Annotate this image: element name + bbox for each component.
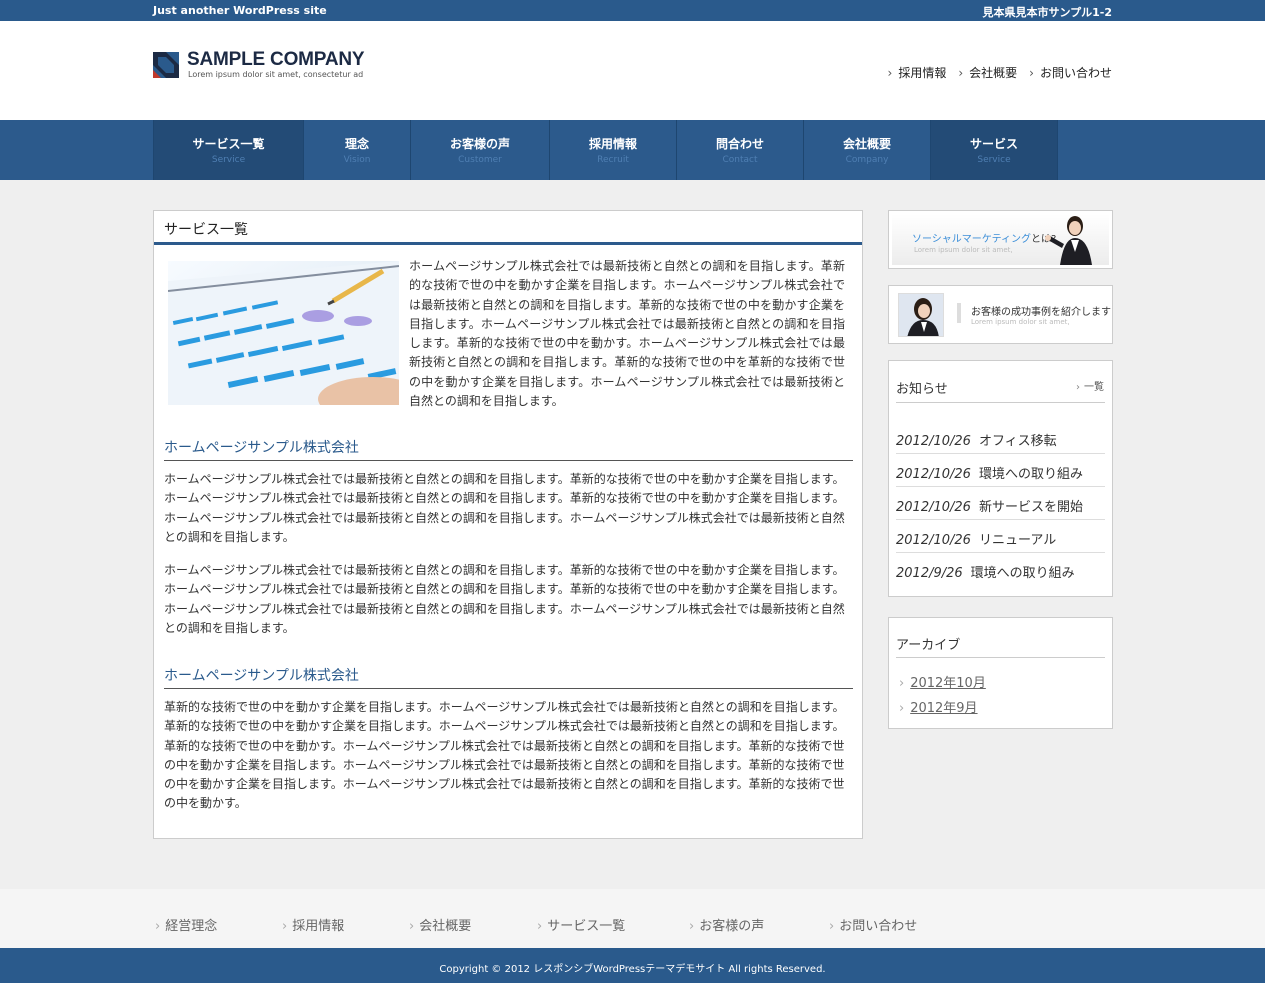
archive-link-2012-9[interactable]: 2012年9月 (899, 697, 977, 716)
page-title: サービス一覧 (164, 222, 248, 238)
nav-item-service-list[interactable]: サービス一覧 Service (154, 120, 304, 180)
news-more-link[interactable]: 一覧 (1076, 378, 1104, 393)
news-date: 2012/10/26 (896, 533, 971, 548)
news-item[interactable]: 2012/10/26 環境への取り組み (896, 454, 1105, 487)
banner-subtitle: Lorem ipsum dolor sit amet, (914, 246, 1013, 254)
news-widget: お知らせ 一覧 2012/10/26 オフィス移転 2012/10/26 環境への取… (888, 360, 1113, 597)
nav-label: 会社概要 (842, 137, 891, 151)
archive-widget: アーカイブ 2012年10月 2012年9月 (888, 617, 1113, 729)
nav-item-company[interactable]: 会社概要 Company (804, 120, 931, 180)
section-heading-1: ホームページサンプル株式会社 (164, 437, 853, 461)
nav-sublabel: Company (845, 155, 889, 165)
nav-label: 採用情報 (588, 137, 637, 151)
banner-title-highlight: ソーシャルマーケティング (912, 234, 1031, 245)
news-text: 新サービスを開始 (978, 500, 1083, 515)
footer-link-philosophy[interactable]: 経営理念 (155, 915, 217, 934)
banner-title: お客様の成功事例を紹介します (971, 307, 1111, 318)
site-header: SAMPLE COMPANY Lorem ipsum dolor sit ame… (0, 21, 1265, 120)
consultant-image (899, 294, 943, 336)
top-bar: Just another WordPress site 見本県見本市サンプル1-… (0, 0, 1265, 21)
nav-sublabel: Recruit (597, 155, 629, 165)
success-cases-banner[interactable]: お客様の成功事例を紹介します Lorem ipsum dolor sit ame… (888, 285, 1113, 344)
intro-text: ホームページサンプル株式会社では最新技術と自然との調和を目指します。革新的な技術… (409, 259, 845, 409)
news-date: 2012/10/26 (896, 500, 971, 515)
consultant-thumbnail (898, 293, 944, 337)
nav-sublabel: Service (977, 155, 1011, 165)
company-logo-icon (153, 52, 179, 78)
footer-link-service-list[interactable]: サービス一覧 (537, 915, 625, 934)
nav-label: お客様の声 (449, 137, 510, 151)
news-item[interactable]: 2012/9/26 環境への取り組み (896, 553, 1105, 586)
news-text: 環境への取り組み (970, 566, 1075, 581)
news-date: 2012/9/26 (896, 566, 963, 581)
section-1-paragraph-2: ホームページサンプル株式会社では最新技術と自然との調和を目指します。革新的な技術… (164, 563, 845, 635)
news-item[interactable]: 2012/10/26 新サービスを開始 (896, 487, 1105, 520)
news-item[interactable]: 2012/10/26 オフィス移転 (896, 421, 1105, 454)
nav-item-contact[interactable]: 問合わせ Contact (677, 120, 804, 180)
company-subtitle: Lorem ipsum dolor sit amet, consectetur … (188, 70, 364, 79)
section-2-paragraph: 革新的な技術で世の中を動かす企業を目指します。ホームページサンプル株式会社では最… (164, 700, 845, 811)
footer-link-company[interactable]: 会社概要 (409, 915, 471, 934)
social-marketing-banner[interactable]: ソーシャルマーケティングとは? Lorem ipsum dolor sit am… (888, 210, 1113, 269)
section-heading-2: ホームページサンプル株式会社 (164, 665, 853, 689)
news-text: 環境への取り組み (978, 467, 1083, 482)
footer-nav: 経営理念 採用情報 会社概要 サービス一覧 お客様の声 お問い合わせ (0, 889, 1265, 948)
nav-label: 問合わせ (715, 137, 764, 151)
nav-sublabel: Vision (343, 155, 371, 165)
footer-link-contact[interactable]: お問い合わせ (829, 915, 917, 934)
news-item[interactable]: 2012/10/26 リニューアル (896, 520, 1105, 553)
news-date: 2012/10/26 (896, 434, 971, 449)
copyright: Copyright © 2012 レスポンシブWordPressテーマデモサイト… (0, 948, 1265, 983)
news-title: お知らせ (896, 382, 948, 397)
footer-link-customer-voice[interactable]: お客様の声 (689, 915, 764, 934)
archive-link-2012-10[interactable]: 2012年10月 (899, 672, 986, 691)
nav-item-vision[interactable]: 理念 Vision (304, 120, 411, 180)
site-address: 見本県見本市サンプル1-2 (982, 6, 1112, 19)
news-text: オフィス移転 (978, 434, 1057, 449)
service-image (168, 261, 399, 405)
header-link-contact[interactable]: お問い合わせ (1029, 64, 1112, 81)
footer-link-recruit[interactable]: 採用情報 (282, 915, 344, 934)
nav-item-recruit[interactable]: 採用情報 Recruit (550, 120, 677, 180)
news-text: リニューアル (978, 533, 1057, 548)
nav-sublabel: Service (211, 155, 246, 165)
nav-sublabel: Contact (722, 155, 758, 165)
site-tagline: Just another WordPress site (153, 4, 327, 17)
nav-label: サービス一覧 (192, 137, 265, 151)
banner-title: ソーシャルマーケティングとは? (912, 230, 1056, 245)
nav-sublabel: Customer (458, 155, 502, 165)
nav-item-customer[interactable]: お客様の声 Customer (411, 120, 550, 180)
site-logo[interactable]: SAMPLE COMPANY Lorem ipsum dolor sit ame… (153, 49, 365, 83)
section-1-paragraph-1: ホームページサンプル株式会社では最新技術と自然との調和を目指します。革新的な技術… (164, 472, 845, 544)
nav-label: 理念 (344, 137, 369, 151)
title-underline (154, 242, 862, 245)
news-date: 2012/10/26 (896, 467, 971, 482)
chart-document-illustration (168, 261, 399, 405)
news-title-divider (896, 402, 1105, 403)
header-links: 採用情報 会社概要 お問い合わせ (888, 64, 1112, 81)
header-link-recruit[interactable]: 採用情報 (888, 64, 946, 81)
company-name: SAMPLE COMPANY (187, 49, 365, 70)
banner-subtitle: Lorem ipsum dolor sit amet, (971, 318, 1070, 326)
businesswoman-image (1045, 216, 1092, 265)
nav-item-service[interactable]: サービス Service (931, 120, 1058, 180)
archive-title-divider (896, 657, 1105, 658)
banner-background: ソーシャルマーケティングとは? Lorem ipsum dolor sit am… (892, 214, 1109, 265)
archive-title: アーカイブ (896, 638, 961, 653)
global-nav: サービス一覧 Service 理念 Vision お客様の声 Customer … (0, 120, 1265, 180)
header-link-company[interactable]: 会社概要 (958, 64, 1017, 81)
nav-label: サービス (969, 137, 1018, 151)
banner-divider (957, 303, 961, 323)
main-content: サービス一覧 ホームページサンプル株式会社では最新技術と自然との調和を目指します… (153, 210, 863, 839)
